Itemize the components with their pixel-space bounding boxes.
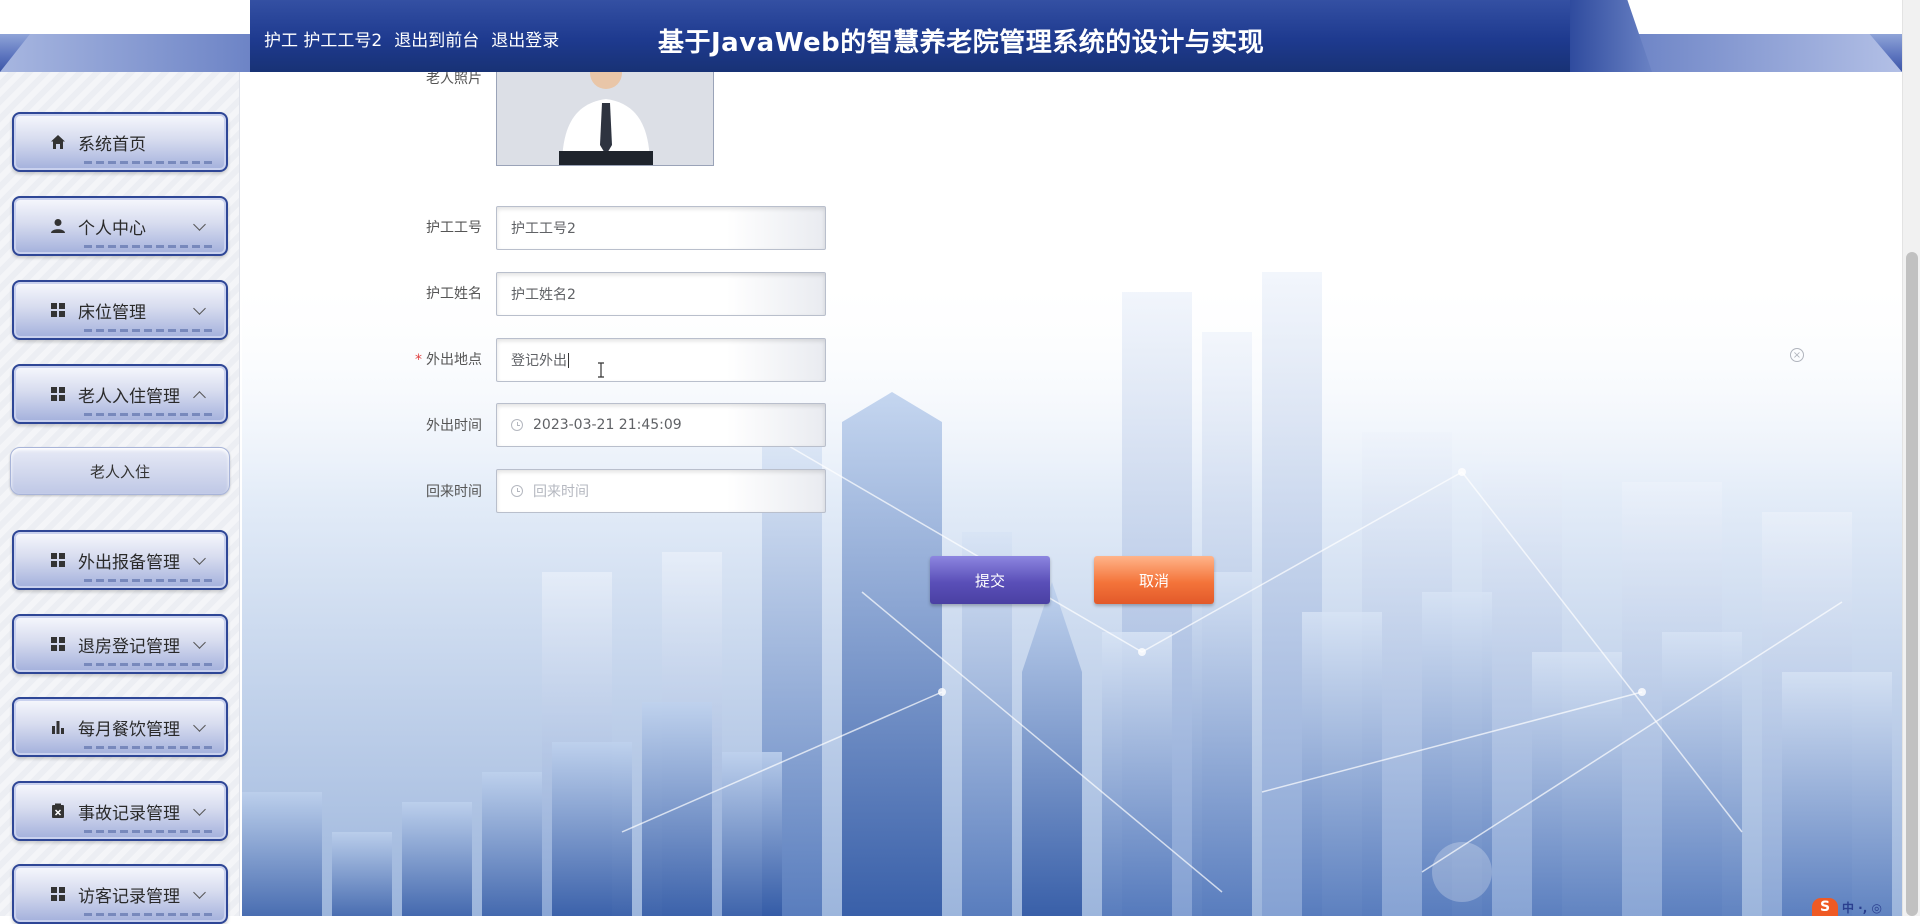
chevron-up-icon <box>193 391 206 404</box>
sidebar-item-label: 床位管理 <box>78 302 146 323</box>
out-time-label: 外出时间 <box>426 418 482 434</box>
chevron-down-icon <box>193 886 206 899</box>
submenu-item-checkin[interactable]: 老人入住 <box>10 447 230 495</box>
ime-badge[interactable]: S 中 ·, ◎ <box>1812 898 1882 916</box>
clipboard-icon <box>50 803 66 819</box>
sidebar: 系统首页 个人中心 床位管理 老人入住管理 老人入住 外出报备管理 退房登记管理… <box>0 72 240 924</box>
nurse-name-label: 护工姓名 <box>426 286 482 302</box>
chevron-down-icon <box>193 218 206 231</box>
clock-icon <box>511 419 523 431</box>
outing-place-label: * 外出地点 <box>372 349 482 369</box>
header-right-wing <box>1632 34 1902 72</box>
sidebar-item-catering-management[interactable]: 每月餐饮管理 <box>12 697 228 757</box>
grid-icon <box>50 386 66 402</box>
sidebar-item-label: 事故记录管理 <box>78 803 180 824</box>
ime-status-text: 中 ·, ◎ <box>1842 900 1882 915</box>
ibeam-cursor-icon <box>598 362 604 378</box>
bar-chart-icon <box>50 719 66 735</box>
person-icon <box>50 218 66 234</box>
chevron-down-icon <box>193 719 206 732</box>
nurse-name-field[interactable]: 护工姓名2 <box>496 272 826 316</box>
sidebar-item-bed-management[interactable]: 床位管理 <box>12 280 228 340</box>
sidebar-item-label: 系统首页 <box>78 134 146 155</box>
sidebar-item-visitor-management[interactable]: 访客记录管理 <box>12 864 228 924</box>
text-caret <box>568 352 569 368</box>
sidebar-item-outing-management[interactable]: 外出报备管理 <box>12 530 228 590</box>
page-scrollbar[interactable] <box>1902 0 1920 916</box>
clear-circle-icon[interactable]: × <box>1790 348 1804 362</box>
outing-place-input[interactable]: 登记外出 <box>496 338 826 382</box>
grid-icon <box>50 302 66 318</box>
user-role: 护工 <box>264 31 298 51</box>
top-header: 护工 护工工号2 退出到前台 退出登录 基于JavaWeb的智慧养老院管理系统的… <box>0 0 1902 72</box>
header-user-bar: 护工 护工工号2 退出到前台 退出登录 <box>264 26 559 51</box>
nurse-id-value: 护工工号2 <box>511 221 576 237</box>
cancel-button[interactable]: 取消 <box>1094 556 1214 604</box>
sidebar-item-accident-management[interactable]: 事故记录管理 <box>12 781 228 841</box>
chevron-down-icon <box>193 552 206 565</box>
nurse-id-field[interactable]: 护工工号2 <box>496 206 826 250</box>
photo-label: 老人照片 <box>426 72 482 87</box>
return-time-label: 回来时间 <box>426 484 482 500</box>
scrollbar-thumb[interactable] <box>1906 252 1918 916</box>
header-tab-decoration <box>1570 0 1652 72</box>
system-title: 基于JavaWeb的智慧养老院管理系统的设计与实现 <box>658 28 1265 58</box>
sidebar-item-personal-center[interactable]: 个人中心 <box>12 196 228 256</box>
logout-link[interactable]: 退出登录 <box>491 26 559 51</box>
return-time-picker[interactable]: 回来时间 <box>496 469 826 513</box>
sidebar-item-label: 访客记录管理 <box>78 886 180 907</box>
sidebar-item-label: 外出报备管理 <box>78 552 180 573</box>
out-time-value: 2023-03-21 21:45:09 <box>533 417 682 433</box>
home-icon <box>50 134 66 150</box>
city-skyline-background <box>242 272 1902 916</box>
sidebar-item-checkin-management[interactable]: 老人入住管理 <box>12 364 228 424</box>
grid-icon <box>50 886 66 902</box>
submenu-item-label: 老人入住 <box>89 462 150 481</box>
outing-place-value: 登记外出 <box>511 353 567 369</box>
sidebar-item-checkout-management[interactable]: 退房登记管理 <box>12 614 228 674</box>
sidebar-item-label: 老人入住管理 <box>78 386 180 407</box>
required-asterisk: * <box>415 352 422 368</box>
elder-photo[interactable] <box>496 72 714 166</box>
header-left-wing <box>0 34 250 72</box>
sidebar-item-label: 每月餐饮管理 <box>78 719 180 740</box>
user-name: 护工工号2 <box>303 31 383 51</box>
clock-icon <box>511 485 523 497</box>
submit-button[interactable]: 提交 <box>930 556 1050 604</box>
user-role-name: 护工 护工工号2 <box>264 26 382 51</box>
return-time-placeholder: 回来时间 <box>533 484 589 500</box>
chevron-down-icon <box>193 803 206 816</box>
main-content: 老人照片 护工工号 护工工号2 护工姓名 护工姓名2 * 外出地点 登记外出 × … <box>242 72 1902 916</box>
back-to-front-link[interactable]: 退出到前台 <box>394 26 479 51</box>
outing-place-label-text: 外出地点 <box>426 352 482 368</box>
chevron-down-icon <box>193 636 206 649</box>
sidebar-item-label: 退房登记管理 <box>78 636 180 657</box>
sidebar-item-home[interactable]: 系统首页 <box>12 112 228 172</box>
ime-logo-icon: S <box>1812 898 1838 916</box>
nurse-name-value: 护工姓名2 <box>511 287 576 303</box>
grid-icon <box>50 552 66 568</box>
out-time-picker[interactable]: 2023-03-21 21:45:09 <box>496 403 826 447</box>
chevron-down-icon <box>193 302 206 315</box>
nurse-id-label: 护工工号 <box>426 220 482 236</box>
sidebar-item-label: 个人中心 <box>78 218 146 239</box>
grid-icon <box>50 636 66 652</box>
